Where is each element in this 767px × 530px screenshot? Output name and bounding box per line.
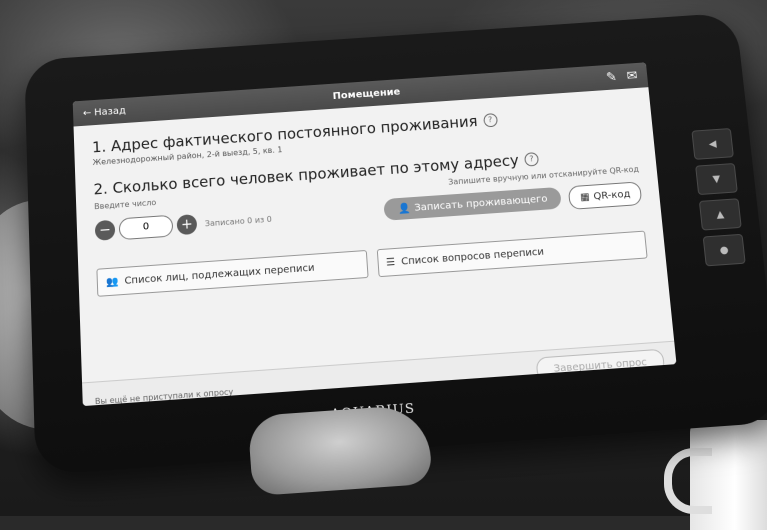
person-icon: 👤	[398, 203, 411, 215]
side-button-3[interactable]: ▲	[699, 198, 742, 230]
persons-list-button[interactable]: 👥 Список лиц, подлежащих переписи	[96, 250, 368, 297]
message-icon[interactable]: ✉	[626, 68, 638, 83]
finish-survey-button[interactable]: Завершить опрос	[535, 349, 665, 383]
persons-list-label: Список лиц, подлежащих переписи	[124, 262, 315, 286]
input-hint: Введите число	[94, 198, 156, 211]
tablet-device: ◀ ▼ ▲ ● ← Назад Помещение ✎ ✉ 1. Адрес ф…	[24, 12, 767, 475]
quantity-input[interactable]: 0	[119, 215, 174, 241]
form-footer: Вы ещё не приступали к опросу Завершить …	[82, 341, 676, 406]
survey-status: Вы ещё не приступали к опросу	[95, 387, 234, 406]
qr-code-button[interactable]: ▦ QR-код	[568, 181, 642, 210]
question-list-icon: ☰	[386, 256, 396, 268]
record-resident-button[interactable]: 👤 Записать проживающего	[383, 187, 562, 221]
pencil-icon[interactable]: ✎	[606, 70, 618, 85]
tablet-side-buttons: ◀ ▼ ▲ ●	[691, 128, 745, 266]
mug-handle	[664, 448, 712, 514]
side-button-4[interactable]: ●	[703, 234, 746, 267]
form-content: 1. Адрес фактического постоянного прожив…	[74, 87, 677, 406]
record-resident-label: Записать проживающего	[414, 193, 548, 213]
minus-icon[interactable]: −	[95, 220, 116, 241]
side-button-2[interactable]: ▼	[695, 163, 738, 195]
people-list-icon: 👥	[106, 276, 119, 288]
back-label: Назад	[94, 105, 126, 118]
screen-title: Помещение	[332, 86, 400, 101]
side-button-1[interactable]: ◀	[691, 128, 734, 160]
quantity-stepper: − 0 + Записано 0 из 0	[95, 207, 273, 243]
back-button[interactable]: ← Назад	[83, 105, 126, 119]
help-icon[interactable]: ?	[483, 113, 498, 127]
topbar-icons: ✎ ✉	[606, 68, 638, 84]
qr-icon: ▦	[580, 191, 590, 202]
plus-icon[interactable]: +	[176, 214, 197, 235]
bottom-hand	[247, 404, 432, 496]
questions-list-label: Список вопросов переписи	[401, 246, 545, 267]
questions-list-button[interactable]: ☰ Список вопросов переписи	[376, 231, 647, 278]
recorded-count: Записано 0 из 0	[205, 214, 272, 228]
list-buttons: 👥 Список лиц, подлежащих переписи ☰ Спис…	[96, 231, 647, 297]
tablet-screen: ← Назад Помещение ✎ ✉ 1. Адрес фактическ…	[73, 62, 677, 406]
qr-code-label: QR-код	[593, 188, 631, 201]
arrow-left-icon: ←	[83, 107, 92, 118]
help-icon[interactable]: ?	[524, 152, 539, 167]
